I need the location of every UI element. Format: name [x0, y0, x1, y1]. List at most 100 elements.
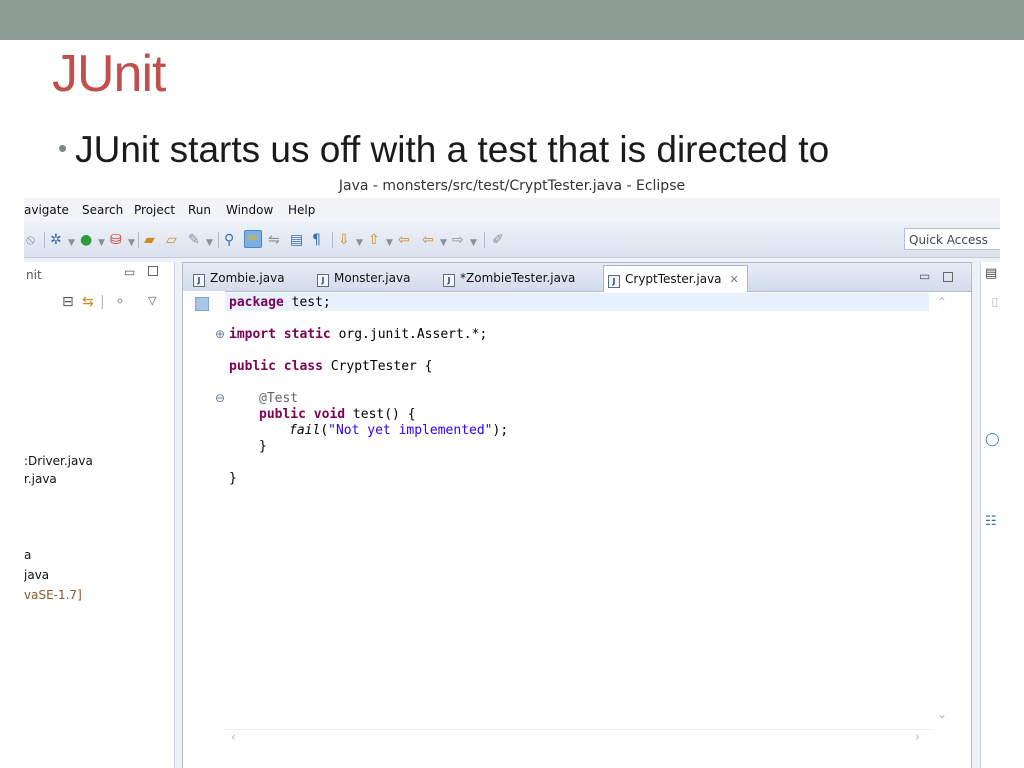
chevron-down-icon[interactable]: ▼ — [98, 235, 105, 251]
code-line-6[interactable]: fail("Not yet implemented"); — [289, 423, 508, 439]
forward-icon[interactable]: ⇨ — [452, 232, 464, 248]
menu-search[interactable]: Search — [82, 198, 123, 222]
java-file-icon: J — [608, 275, 620, 288]
chevron-down-icon[interactable]: ▼ — [440, 235, 447, 251]
tree-item[interactable]: vaSE-1.7] — [24, 588, 82, 602]
vertical-scrollbar[interactable]: ⌃ ⌄ — [933, 293, 951, 729]
editor-panel: J Zombie.java J Monster.java J *ZombieTeste… — [182, 262, 972, 768]
toolbar-separator — [218, 232, 219, 248]
code-string: "Not yet implemented" — [328, 423, 493, 438]
tab-crypt-tester-java[interactable]: J CryptTester.java ✕ — [603, 265, 748, 292]
collapse-fold-icon[interactable]: ⊖ — [215, 391, 225, 405]
tree-item[interactable]: r.java — [24, 472, 57, 486]
minimize-icon[interactable]: ▭ — [919, 269, 930, 283]
code-line-8[interactable]: } — [229, 471, 237, 487]
chevron-down-icon[interactable]: ▼ — [470, 235, 477, 251]
bookmark-icon — [195, 297, 209, 311]
chevron-down-icon[interactable]: ▼ — [356, 235, 363, 251]
last-edit-icon[interactable]: ⇦ — [398, 232, 410, 248]
show-whitespace-icon[interactable]: ¶ — [312, 232, 321, 248]
scroll-right-icon[interactable]: › — [915, 730, 920, 744]
scroll-left-icon[interactable]: ‹ — [231, 730, 236, 744]
java-file-icon: J — [443, 274, 455, 287]
code-keyword: package — [229, 295, 284, 310]
minimize-icon[interactable]: ▭ — [124, 265, 135, 279]
scroll-up-icon[interactable]: ⌃ — [937, 295, 947, 309]
window-title: Java - monsters/src/test/CryptTester.jav… — [24, 176, 1000, 198]
collapse-all-icon[interactable]: ⊟ — [62, 294, 74, 310]
code-keyword: public void — [259, 407, 346, 422]
search-icon[interactable]: ✎ — [188, 232, 200, 248]
editor-ruler — [183, 291, 225, 768]
maximize-icon[interactable] — [148, 266, 158, 276]
back-icon[interactable]: ⇦ — [422, 232, 434, 248]
bullet-text: JUnit starts us off with a test that is … — [75, 129, 830, 170]
quick-access-input[interactable]: Quick Access — [904, 228, 1000, 250]
code-line-1[interactable]: package test; — [229, 295, 331, 311]
toolbar-separator — [484, 232, 485, 248]
scroll-down-icon[interactable]: ⌄ — [937, 707, 947, 721]
tab-label: Zombie.java — [210, 271, 285, 285]
panel-toolbar-icon[interactable]: ⌷ — [991, 296, 999, 311]
expand-fold-icon[interactable]: ⊕ — [215, 327, 225, 341]
slide-title: JUnit — [52, 45, 166, 103]
tab-zombie-tester-java[interactable]: J *ZombieTester.java — [443, 267, 575, 289]
focus-icon[interactable]: ⚬ — [114, 294, 126, 310]
horizontal-scrollbar[interactable]: ‹ › — [225, 729, 933, 746]
main-toolbar: ⦸ ✲ ▼ ● ▼ ⛁ ▼ ▰ ▱ ✎ ▼ ⚲ ✏ ⇋ ▤ ¶ ⇩ ▼ ⇧ ▼ … — [24, 223, 1000, 258]
chevron-down-icon[interactable]: ▼ — [386, 235, 393, 251]
annotation-icon[interactable]: ⇋ — [268, 232, 280, 248]
menu-project[interactable]: Project — [134, 198, 175, 222]
editor-tabs: J Zombie.java J Monster.java J *ZombieTeste… — [183, 263, 971, 292]
close-icon[interactable]: ✕ — [730, 273, 739, 286]
menu-run[interactable]: Run — [188, 198, 211, 222]
code-method: fail — [289, 423, 321, 438]
package-explorer-panel: nit ▭ ⊟ ⇆ | ⚬ ▽ :Driver.java r.java a ja… — [24, 262, 175, 768]
toolbar-separator — [138, 232, 139, 248]
outline-panel: ▤ ⌷ ◯ ☷ — [980, 262, 1000, 768]
outline-view-icon[interactable]: ▤ — [985, 266, 997, 281]
tree-item[interactable]: :Driver.java — [24, 454, 93, 468]
slide-top-bar — [0, 0, 1024, 40]
code-line-2[interactable]: import static org.junit.Assert.*; — [229, 327, 487, 343]
tab-zombie-java[interactable]: J Zombie.java — [193, 267, 285, 289]
code-line-4[interactable]: @Test — [259, 391, 298, 407]
highlight-icon[interactable]: ✏ — [244, 230, 262, 248]
skip-breakpoints-icon[interactable]: ⦸ — [26, 232, 35, 248]
code-text: ( — [320, 423, 329, 438]
bullet-dot: • — [58, 133, 68, 163]
tree-item[interactable]: java — [24, 568, 49, 582]
code-line-5[interactable]: public void test() { — [259, 407, 416, 423]
chevron-down-icon[interactable]: ▼ — [128, 235, 135, 251]
toolbar-separator: | — [100, 294, 105, 310]
pin-editor-icon[interactable]: ✐ — [492, 232, 504, 248]
menu-help[interactable]: Help — [288, 198, 315, 222]
tab-label: *ZombieTester.java — [460, 271, 576, 285]
view-menu-icon[interactable]: ▽ — [148, 294, 156, 307]
tab-monster-java[interactable]: J Monster.java — [317, 267, 410, 289]
maximize-icon[interactable] — [943, 272, 953, 282]
marker-icon[interactable]: ⚲ — [224, 232, 234, 248]
code-text: ); — [492, 423, 509, 438]
menu-window[interactable]: Window — [226, 198, 273, 222]
external-tools-icon[interactable]: ⛁ — [110, 232, 122, 248]
debug-icon[interactable]: ✲ — [50, 232, 62, 248]
previous-annotation-icon[interactable]: ⇧ — [368, 232, 380, 248]
menu-navigate[interactable]: avigate — [24, 198, 69, 222]
code-line-7[interactable]: } — [259, 439, 267, 455]
open-folder-icon[interactable]: ▱ — [166, 232, 177, 248]
hierarchy-icon[interactable]: ☷ — [985, 514, 997, 529]
java-file-icon: J — [193, 274, 205, 287]
chevron-down-icon[interactable]: ▼ — [206, 235, 213, 251]
task-icon[interactable]: ◯ — [985, 432, 1000, 447]
code-keyword: import static — [229, 327, 331, 342]
open-type-icon[interactable]: ▰ — [144, 232, 155, 248]
tree-item[interactable]: a — [24, 548, 31, 562]
run-icon[interactable]: ● — [80, 232, 92, 248]
tab-label: CryptTester.java — [625, 272, 722, 286]
next-annotation-icon[interactable]: ⇩ — [338, 232, 350, 248]
chevron-down-icon[interactable]: ▼ — [68, 235, 75, 251]
code-line-3[interactable]: public class CryptTester { — [229, 359, 433, 375]
link-with-editor-icon[interactable]: ⇆ — [82, 294, 94, 310]
block-selection-icon[interactable]: ▤ — [290, 232, 303, 248]
